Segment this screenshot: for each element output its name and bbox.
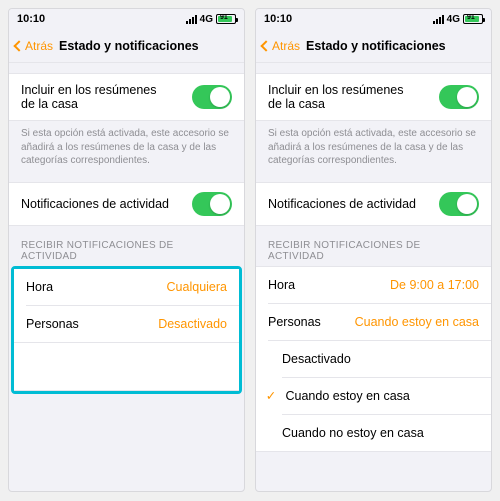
section-header-receive: RECIBIR NOTIFICACIONES DE ACTIVIDAD [256, 226, 491, 266]
group-activity: Notificaciones de actividad [256, 182, 491, 226]
option-label: Cuando no estoy en casa [282, 426, 424, 440]
option-label: Desactivado [282, 352, 351, 366]
back-label: Atrás [25, 39, 53, 53]
signal-icon [433, 15, 444, 24]
navbar: Atrás Estado y notificaciones [9, 29, 244, 63]
personas-label: Personas [268, 315, 321, 329]
row-include-summary[interactable]: Incluir en los resúmenes de la casa [256, 74, 491, 120]
option-cuando-no-estoy[interactable]: Cuando no estoy en casa [256, 415, 491, 451]
include-summary-footnote: Si esta opción está activada, este acces… [256, 121, 491, 170]
activity-label: Notificaciones de actividad [21, 197, 169, 211]
row-hora[interactable]: Hora Cualquiera [14, 269, 239, 305]
hora-value: Cualquiera [167, 280, 227, 294]
include-summary-label: Incluir en los resúmenes de la casa [268, 83, 418, 111]
group-summary: Incluir en los resúmenes de la casa [256, 73, 491, 121]
include-summary-footnote: Si esta opción está activada, este acces… [9, 121, 244, 170]
activity-label: Notificaciones de actividad [268, 197, 416, 211]
personas-value: Desactivado [158, 317, 227, 331]
group-summary: Incluir en los resúmenes de la casa [9, 73, 244, 121]
status-time: 10:10 [264, 13, 292, 25]
network-label: 4G [447, 14, 460, 25]
option-label: ✓ Cuando estoy en casa [282, 388, 410, 403]
status-right: 4G 91 [186, 14, 236, 25]
phone-right: 10:10 4G 91 Atrás Estado y notificacione… [255, 8, 492, 492]
back-label: Atrás [272, 39, 300, 53]
back-button[interactable]: Atrás [15, 39, 53, 53]
battery-icon: 91 [216, 14, 236, 24]
row-hora[interactable]: Hora De 9:00 a 17:00 [256, 267, 491, 303]
section-header-receive: RECIBIR NOTIFICACIONES DE ACTIVIDAD [9, 226, 244, 266]
row-activity-notifications[interactable]: Notificaciones de actividad [9, 183, 244, 225]
group-activity: Notificaciones de actividad [9, 182, 244, 226]
row-personas[interactable]: Personas Desactivado [14, 306, 239, 342]
hora-value: De 9:00 a 17:00 [390, 278, 479, 292]
toggle-include-summary[interactable] [192, 85, 232, 109]
signal-icon [186, 15, 197, 24]
page-title: Estado y notificaciones [59, 39, 238, 53]
chevron-left-icon [260, 40, 271, 51]
highlight-box: Hora Cualquiera Personas Desactivado [11, 266, 242, 394]
personas-value: Cuando estoy en casa [355, 315, 479, 329]
personas-label: Personas [26, 317, 79, 331]
status-time: 10:10 [17, 13, 45, 25]
page-title: Estado y notificaciones [306, 39, 485, 53]
toggle-activity[interactable] [192, 192, 232, 216]
status-bar: 10:10 4G 91 [256, 9, 491, 29]
group-receive: Hora Cualquiera Personas Desactivado [14, 269, 239, 343]
hora-label: Hora [268, 278, 295, 292]
row-personas[interactable]: Personas Cuando estoy en casa [256, 304, 491, 340]
option-cuando-estoy[interactable]: ✓ Cuando estoy en casa [256, 378, 491, 414]
content: Incluir en los resúmenes de la casa Si e… [256, 63, 491, 491]
row-activity-notifications[interactable]: Notificaciones de actividad [256, 183, 491, 225]
status-bar: 10:10 4G 91 [9, 9, 244, 29]
content: Incluir en los resúmenes de la casa Si e… [9, 63, 244, 491]
row-include-summary[interactable]: Incluir en los resúmenes de la casa [9, 74, 244, 120]
back-button[interactable]: Atrás [262, 39, 300, 53]
navbar: Atrás Estado y notificaciones [256, 29, 491, 63]
include-summary-label: Incluir en los resúmenes de la casa [21, 83, 171, 111]
battery-icon: 91 [463, 14, 483, 24]
status-right: 4G 91 [433, 14, 483, 25]
phone-left: 10:10 4G 91 Atrás Estado y notificacione… [8, 8, 245, 492]
hora-label: Hora [26, 280, 53, 294]
network-label: 4G [200, 14, 213, 25]
group-receive: Hora De 9:00 a 17:00 Personas Cuando est… [256, 266, 491, 452]
toggle-include-summary[interactable] [439, 85, 479, 109]
checkmark-icon: ✓ [264, 388, 278, 403]
toggle-activity[interactable] [439, 192, 479, 216]
chevron-left-icon [13, 40, 24, 51]
option-desactivado[interactable]: Desactivado [256, 341, 491, 377]
